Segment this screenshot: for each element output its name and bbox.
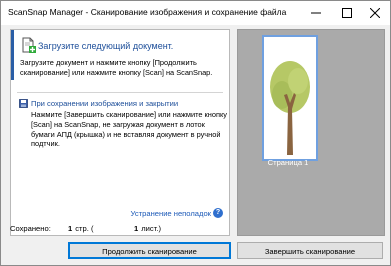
accent-bar <box>11 30 14 80</box>
close-icon <box>370 8 380 18</box>
instruction-panel: Загрузите следующий документ. Загрузите … <box>10 29 230 236</box>
sheets-value: 1 <box>134 224 139 233</box>
saved-sheets-count: 1 лист.) <box>134 224 161 233</box>
saved-label: Сохранено: <box>10 224 51 233</box>
continue-scanning-button[interactable]: Продолжить сканирование <box>68 242 231 259</box>
title-bar: ScanSnap Manager - Сканирование изображе… <box>1 1 390 25</box>
scansnap-dialog: ScanSnap Manager - Сканирование изображе… <box>0 0 391 266</box>
window-title: ScanSnap Manager - Сканирование изображе… <box>8 7 287 17</box>
sheets-unit: лист.) <box>141 224 161 233</box>
save-icon <box>19 99 28 108</box>
help-icon[interactable]: ? <box>213 208 223 218</box>
section-divider <box>17 92 223 93</box>
add-document-icon <box>22 37 36 53</box>
minimize-icon <box>311 12 321 14</box>
load-next-heading: Загрузите следующий документ. <box>38 41 174 51</box>
maximize-button[interactable] <box>332 1 362 25</box>
save-close-title: При сохранении изображения и закрытии <box>31 99 179 108</box>
finish-scanning-button[interactable]: Завершить сканирование <box>237 242 383 259</box>
pages-value: 1 <box>68 224 73 233</box>
pages-unit: стр. ( <box>75 224 94 233</box>
troubleshooting-link[interactable]: Устранение неполадок <box>131 209 211 218</box>
tree-image-icon <box>264 37 316 159</box>
saved-pages-count: 1 стр. ( <box>68 224 93 233</box>
save-close-instructions: Нажмите [Завершить сканирование] или наж… <box>31 110 227 149</box>
page-thumbnail[interactable] <box>262 35 318 161</box>
preview-panel: Страница 1 <box>237 29 385 236</box>
load-next-message: Загрузите документ и нажмите кнопку [Про… <box>20 58 213 77</box>
close-button[interactable] <box>360 1 390 25</box>
page-caption: Страница 1 <box>267 158 309 167</box>
minimize-button[interactable] <box>301 1 331 25</box>
maximize-icon <box>342 8 352 18</box>
